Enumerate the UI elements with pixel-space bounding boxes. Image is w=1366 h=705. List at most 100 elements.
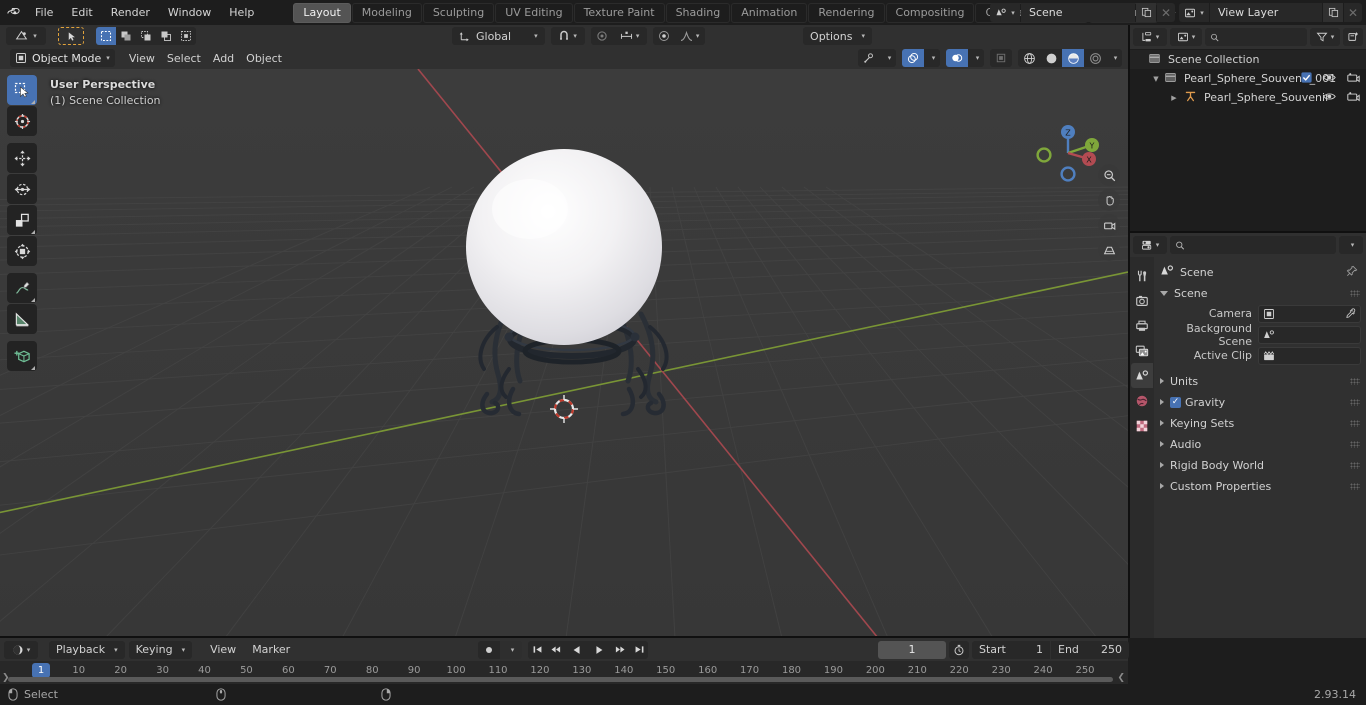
transform-orientation-selector[interactable]: Global ▾: [452, 27, 545, 45]
xray-toggle[interactable]: [946, 49, 968, 67]
scene-icon[interactable]: ▾: [990, 3, 1020, 22]
outliner-search-input[interactable]: [1223, 30, 1302, 44]
disclosure-triangle-right-icon[interactable]: [1160, 378, 1164, 384]
panel-header-gravity[interactable]: ✓ Gravity: [1154, 392, 1366, 412]
workspace-tab-rendering[interactable]: Rendering: [808, 2, 885, 23]
duplicate-icon[interactable]: [1136, 3, 1156, 22]
pan-hand-icon[interactable]: [1098, 189, 1120, 211]
pin-icon[interactable]: [1346, 265, 1358, 280]
tool-add-cube[interactable]: [7, 341, 37, 371]
shading-options-dropdown[interactable]: ▾: [1106, 49, 1122, 67]
property-field-camera[interactable]: [1258, 304, 1361, 323]
next-keyframe-button[interactable]: [610, 640, 630, 659]
disclosure-triangle-right-icon[interactable]: [1160, 441, 1164, 447]
camera-icon[interactable]: [1347, 72, 1360, 86]
view-layer-icon[interactable]: ▾: [1179, 3, 1209, 22]
editor-type-selector[interactable]: ▾: [6, 27, 46, 45]
viewport-menu-view[interactable]: View: [123, 49, 161, 67]
toggle-xray-extra[interactable]: [990, 49, 1012, 67]
gravity-checkbox[interactable]: ✓: [1170, 396, 1181, 408]
panel-header-keying-sets[interactable]: Keying Sets: [1154, 413, 1366, 433]
record-options-dropdown[interactable]: ▾: [500, 640, 522, 659]
outliner-row-pearl-sphere-souvenir-001[interactable]: ▼ Pearl_Sphere_Souvenir_001: [1130, 69, 1366, 88]
record-keyframes-button[interactable]: [478, 640, 500, 659]
new-collection-button[interactable]: [1343, 28, 1363, 46]
tool-transform[interactable]: [7, 236, 37, 266]
shading-solid-button[interactable]: [1040, 49, 1062, 67]
unlink-view-layer-icon[interactable]: ✕: [1344, 3, 1362, 22]
timeline-editor-type-selector[interactable]: ▾: [4, 640, 38, 659]
panel-header-rigid-body-world[interactable]: Rigid Body World: [1154, 455, 1366, 475]
camera-view-icon[interactable]: [1098, 214, 1120, 236]
timeline-scrubber[interactable]: 10 20 30 40 50 60 70 80 90 100 110 120 130 140 150 160 1…: [0, 661, 1128, 684]
outliner-filter-button[interactable]: ▾: [1310, 28, 1340, 46]
workspace-tab-sculpting[interactable]: Sculpting: [422, 2, 495, 23]
tool-move[interactable]: [7, 143, 37, 173]
menu-file[interactable]: File: [26, 0, 62, 25]
timeline-expand-icon[interactable]: ❯: [2, 673, 10, 683]
menu-render[interactable]: Render: [102, 0, 159, 25]
tool-tweak-select[interactable]: [7, 75, 37, 105]
disclosure-triangle-right-icon[interactable]: [1160, 399, 1164, 405]
properties-tab-scene[interactable]: [1131, 363, 1153, 388]
timeline-horizontal-scrollbar[interactable]: [8, 677, 1113, 682]
tool-cursor[interactable]: [7, 106, 37, 136]
properties-options-dropdown[interactable]: ▾: [1339, 236, 1363, 254]
eye-icon[interactable]: [1323, 72, 1336, 86]
tool-rotate[interactable]: [7, 174, 37, 204]
select-invert-icon[interactable]: [156, 27, 176, 45]
properties-tab-tool[interactable]: [1131, 263, 1153, 288]
menu-edit[interactable]: Edit: [62, 0, 101, 25]
menu-window[interactable]: Window: [159, 0, 220, 25]
timeline-menu-keying[interactable]: Keying ▾: [128, 640, 193, 659]
panel-header-audio[interactable]: Audio: [1154, 434, 1366, 454]
select-extend-icon[interactable]: [116, 27, 136, 45]
shading-rendered-button[interactable]: [1084, 49, 1106, 67]
properties-tab-view-layer[interactable]: [1131, 338, 1153, 363]
timeline-menu-marker[interactable]: Marker: [246, 641, 296, 659]
menu-help[interactable]: Help: [220, 0, 263, 25]
jump-to-start-button[interactable]: [528, 640, 546, 659]
editor-divider-horizontal-right[interactable]: [1130, 231, 1366, 233]
outliner-display-mode-selector[interactable]: ▾: [1133, 28, 1167, 46]
viewport-menu-add[interactable]: Add: [207, 49, 240, 67]
play-button[interactable]: [588, 640, 610, 659]
previous-keyframe-button[interactable]: [546, 640, 566, 659]
frame-end-field[interactable]: End 250: [1051, 640, 1129, 659]
workspace-tab-texture-paint[interactable]: Texture Paint: [573, 2, 665, 23]
outliner-search-box[interactable]: [1205, 28, 1307, 46]
unlink-scene-icon[interactable]: ✕: [1157, 3, 1175, 22]
properties-tab-world[interactable]: [1131, 388, 1153, 413]
eye-icon[interactable]: [1323, 91, 1336, 105]
outliner-row-scene-collection[interactable]: Scene Collection: [1130, 50, 1366, 69]
select-box-icon[interactable]: [96, 27, 116, 45]
scene-name[interactable]: Scene: [1021, 3, 1135, 22]
jump-to-end-button[interactable]: [630, 640, 648, 659]
tool-scale[interactable]: [7, 205, 37, 235]
shading-material-preview-button[interactable]: [1062, 49, 1084, 67]
view-layer-name[interactable]: View Layer: [1210, 3, 1322, 22]
select-intersect-icon[interactable]: [176, 27, 196, 45]
scene-selector[interactable]: ▾ Scene ✕: [990, 3, 1175, 22]
properties-search-box[interactable]: [1170, 236, 1336, 254]
workspace-tab-uv-editing[interactable]: UV Editing: [495, 2, 573, 23]
navigation-gizmo[interactable]: Z Y X: [1030, 115, 1106, 191]
workspace-tab-compositing[interactable]: Compositing: [885, 2, 975, 23]
properties-search-input[interactable]: [1189, 238, 1331, 252]
zoom-icon[interactable]: [1098, 164, 1120, 186]
duplicate-icon[interactable]: [1323, 3, 1343, 22]
disclosure-triangle-right-icon[interactable]: [1160, 483, 1164, 489]
camera-icon[interactable]: [1347, 91, 1360, 105]
show-overlays-toggle[interactable]: [902, 49, 924, 67]
xray-options-dropdown[interactable]: ▾: [968, 49, 984, 67]
property-field-active-clip[interactable]: [1258, 346, 1361, 365]
viewport-menu-select[interactable]: Select: [161, 49, 207, 67]
properties-tab-output[interactable]: [1131, 313, 1153, 338]
interaction-mode-selector[interactable]: Object Mode ▾: [10, 49, 115, 67]
proportional-edit-toggle[interactable]: [590, 27, 613, 45]
gizmo-options-dropdown[interactable]: ▾: [880, 49, 896, 67]
checkbox-checked-icon[interactable]: [1301, 71, 1312, 86]
workspace-tab-layout[interactable]: Layout: [293, 2, 351, 23]
active-tool-indicator[interactable]: [58, 27, 84, 45]
timeline-menu-view[interactable]: View: [204, 641, 242, 659]
